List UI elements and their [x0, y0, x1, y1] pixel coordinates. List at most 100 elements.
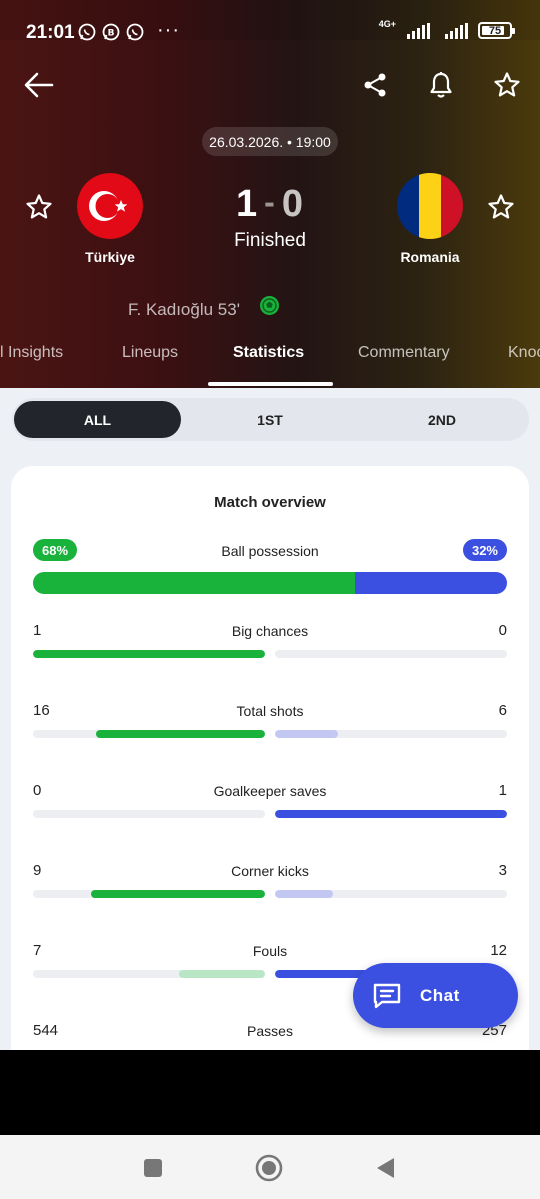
stat-away-value: 6 [498, 702, 507, 719]
stat-goalkeeper-saves: 0 Goalkeeper saves 1 [33, 782, 507, 818]
stat-home-fill [91, 890, 265, 898]
status-indicators: 4G+ 75 [378, 19, 515, 39]
goal-scorer: F. Kadıoğlu 53' [128, 300, 240, 319]
star-icon [494, 72, 520, 97]
stat-home-track [33, 970, 265, 978]
stat-bars [33, 730, 507, 738]
period-all-button[interactable]: ALL [14, 401, 181, 438]
stat-label: Big chances [231, 623, 309, 639]
favorite-match-button[interactable] [490, 68, 524, 102]
favorite-home-team-button[interactable] [22, 190, 56, 224]
arrow-left-icon [24, 72, 54, 98]
stat-label: Ball possession [221, 543, 319, 559]
away-team-name[interactable]: Romania [370, 249, 490, 265]
tab-commentary[interactable]: Commentary [358, 344, 450, 362]
tab-lineups[interactable]: Lineups [122, 344, 178, 362]
notifications-button[interactable] [424, 68, 458, 102]
chat-button[interactable]: Chat [353, 963, 518, 1028]
stat-away-value: 1 [498, 782, 507, 799]
tab-knockout[interactable]: Knoc [508, 344, 540, 362]
stat-home-track [33, 810, 265, 818]
home-score: 1 [236, 183, 259, 225]
stat-away-value: 0 [498, 622, 507, 639]
turkiye-flag-icon[interactable] [77, 173, 143, 239]
star-icon [26, 194, 52, 219]
system-navigation-bar [0, 1135, 540, 1199]
circle-icon [255, 1154, 283, 1182]
stat-label: Total shots [236, 703, 304, 719]
stat-away-track [275, 650, 507, 658]
match-header: 21:01 B ··· 4G+ 75 26.03.2026. • 19:00 T… [0, 0, 540, 388]
tab-statistics[interactable]: Statistics [233, 344, 304, 362]
match-tabs: l Insights Lineups Statistics Commentary… [0, 338, 540, 388]
possession-away-pill: 32% [462, 539, 507, 561]
score-separator: - [264, 184, 276, 220]
possession-away-fill [355, 572, 507, 594]
battery-level: 75 [488, 24, 502, 37]
stat-home-track [33, 730, 265, 738]
favorite-away-team-button[interactable] [484, 190, 518, 224]
network-type: 4G+ [378, 19, 396, 29]
active-tab-indicator [208, 382, 333, 386]
stat-away-track [275, 730, 507, 738]
square-icon [144, 1159, 162, 1177]
battery-icon: 75 [478, 22, 515, 39]
stat-away-fill [275, 890, 333, 898]
stat-home-fill [179, 970, 265, 978]
top-action-bar [0, 66, 540, 106]
triangle-back-icon [377, 1158, 394, 1178]
back-nav-button[interactable] [370, 1153, 400, 1183]
stat-total-shots: 16 Total shots 6 [33, 702, 507, 738]
possession-home-fill [33, 572, 356, 594]
share-button[interactable] [358, 68, 392, 102]
black-band [0, 1050, 540, 1135]
svg-text:B: B [108, 29, 115, 39]
stat-away-track [275, 810, 507, 818]
whatsapp-business-icon: B [102, 23, 120, 41]
recent-apps-button[interactable] [138, 1153, 168, 1183]
stat-bars [33, 810, 507, 818]
tab-insights[interactable]: l Insights [0, 344, 63, 362]
stat-home-track [33, 650, 265, 658]
stat-away-track [275, 890, 507, 898]
away-score: 0 [281, 183, 304, 225]
status-app-icons: B [78, 23, 144, 41]
statistics-content[interactable]: ALL 1ST 2ND Match overview 68% Ball poss… [0, 388, 540, 1050]
football-icon [260, 296, 279, 315]
match-datetime: 26.03.2026. • 19:00 [202, 127, 338, 156]
stat-fouls: 7 Fouls 12 [33, 942, 507, 978]
home-team-name[interactable]: Türkiye [50, 249, 170, 265]
romania-flag-icon[interactable] [397, 173, 463, 239]
chat-icon [373, 983, 401, 1008]
home-button[interactable] [254, 1153, 284, 1183]
whatsapp-icon [78, 23, 96, 41]
stat-away-value: 12 [490, 942, 507, 959]
signal-icon-2 [445, 22, 468, 39]
match-status: Finished [234, 230, 306, 251]
possession-bar [33, 572, 507, 594]
stat-bars [33, 650, 507, 658]
stat-big-chances: 1 Big chances 0 [33, 622, 507, 658]
stat-home-track [33, 890, 265, 898]
card-title: Match overview [214, 494, 326, 511]
stat-bars [33, 890, 507, 898]
stat-home-fill [33, 650, 265, 658]
period-switch: ALL 1ST 2ND [12, 398, 529, 441]
whatsapp-icon [126, 23, 144, 41]
match-score: 1-0 [200, 183, 340, 226]
signal-icon [407, 22, 430, 39]
status-more-dots: ··· [157, 19, 180, 41]
chat-label: Chat [420, 985, 460, 1005]
back-button[interactable] [22, 68, 56, 102]
star-icon [488, 194, 514, 219]
period-second-half-button[interactable]: 2ND [357, 401, 527, 438]
status-time: 21:01 [26, 22, 75, 43]
stat-label: Goalkeeper saves [213, 783, 327, 799]
bell-icon [430, 72, 452, 98]
stat-away-value: 3 [498, 862, 507, 879]
stat-home-fill [96, 730, 265, 738]
stat-label: Fouls [252, 943, 288, 959]
stat-corner-kicks: 9 Corner kicks 3 [33, 862, 507, 898]
period-first-half-button[interactable]: 1ST [185, 401, 355, 438]
stat-away-fill [275, 730, 338, 738]
